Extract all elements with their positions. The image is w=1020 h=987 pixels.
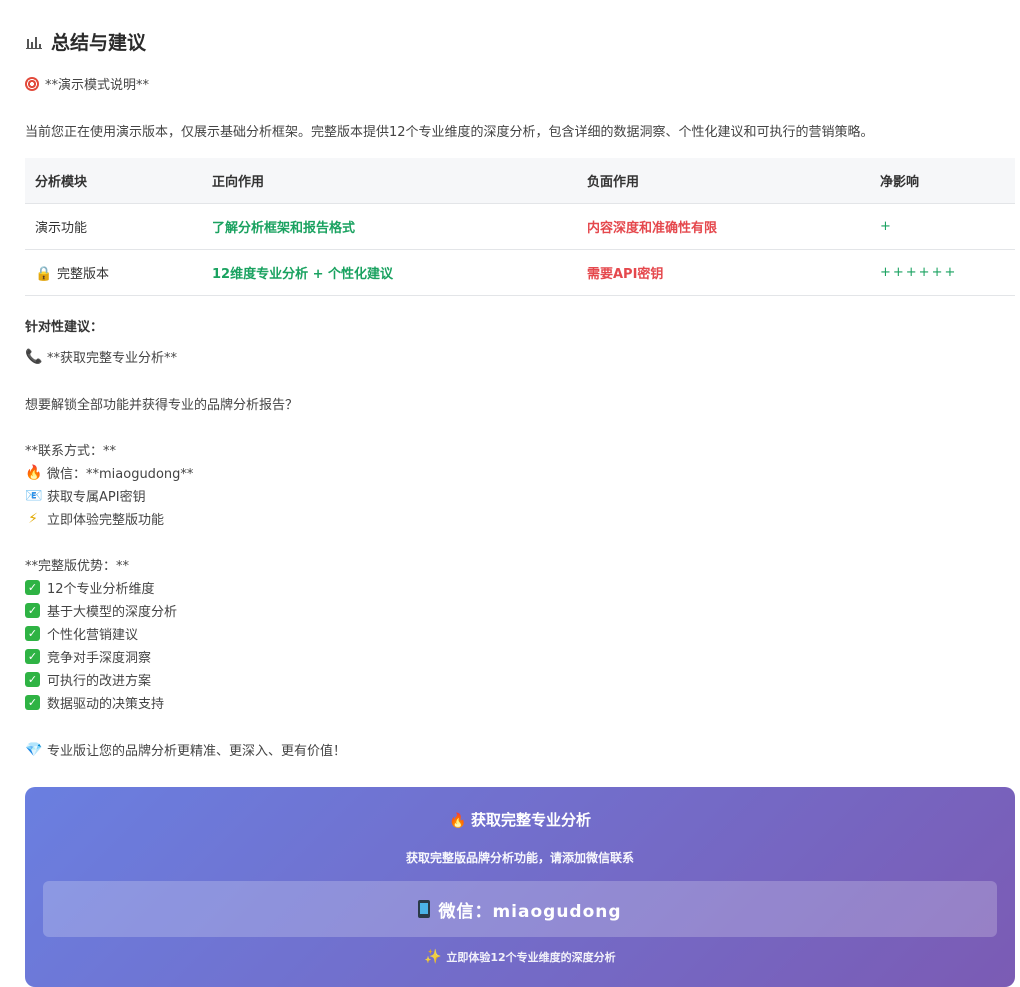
advantage-item: ✓ 个性化营销建议	[25, 624, 138, 643]
contact-wechat: 微信：**miaogudong**	[47, 467, 194, 482]
contact-try-full: 立即体验完整版功能	[47, 513, 165, 528]
cell-positive: 12维度专业分析 + 个性化建议	[202, 249, 577, 296]
section-title: 总结与建议	[51, 32, 147, 54]
column-header-positive: 正向作用	[202, 158, 577, 204]
cell-negative: 需要API密钥	[577, 249, 870, 296]
envelope-icon: 📧	[25, 487, 43, 504]
table-row: 演示功能 了解分析框架和报告格式 内容深度和准确性有限 +	[25, 203, 1015, 250]
advantages-title: **完整版优势：**	[25, 559, 130, 574]
lightning-icon: ⚡	[28, 510, 38, 527]
advantage-item: ✓ 数据驱动的决策支持	[25, 693, 164, 712]
mobile-phone-icon	[418, 900, 431, 918]
check-icon: ✓	[25, 649, 40, 664]
advantage-item: ✓ 12个专业分析维度	[25, 578, 155, 597]
diamond-icon: 💎	[25, 741, 43, 758]
column-header-negative: 负面作用	[577, 158, 870, 204]
contact-item: ⚡ 立即体验完整版功能	[25, 509, 165, 529]
cell-positive: 了解分析框架和报告格式	[202, 203, 577, 250]
banner-title-text: 获取完整专业分析	[470, 811, 591, 829]
cell-net: ++++++	[870, 249, 1015, 296]
contact-title: **联系方式：**	[25, 444, 117, 459]
unlock-question: 想要解锁全部功能并获得专业的品牌分析报告？	[25, 398, 299, 413]
analysis-table: 分析模块 正向作用 负面作用 净影响 演示功能 了解分析框架和报告格式 内容深度…	[25, 158, 1015, 296]
check-icon: ✓	[25, 603, 40, 618]
cell-net: +	[870, 203, 1015, 250]
table-row: 🔒 完整版本 12维度专业分析 + 个性化建议 需要API密钥 ++++++	[25, 249, 1015, 296]
advantage-item: ✓ 竞争对手深度洞察	[25, 647, 151, 666]
check-icon: ✓	[25, 626, 40, 641]
cell-negative: 内容深度和准确性有限	[577, 203, 870, 250]
demo-note-label: **演示模式说明**	[45, 78, 150, 93]
advantage-text: 基于大模型的深度分析	[47, 605, 178, 620]
intro-paragraph: 当前您正在使用演示版本，仅展示基础分析框架。完整版本提供12个专业维度的深度分析…	[25, 125, 874, 140]
lock-icon: 🔒	[35, 266, 53, 282]
target-icon	[25, 76, 39, 91]
contact-item: 🔥 微信：**miaogudong**	[25, 463, 194, 483]
closing-text: 专业版让您的品牌分析更精准、更深入、更有价值！	[47, 744, 347, 759]
contact-banner: 🔥 获取完整专业分析 获取完整版品牌分析功能，请添加微信联系 微信：miaogud…	[25, 787, 1015, 987]
section-heading: 总结与建议	[25, 28, 146, 55]
get-full-label: **获取完整专业分析**	[47, 351, 178, 366]
advantage-item: ✓ 可执行的改进方案	[25, 670, 151, 689]
contact-api-key: 获取专属API密钥	[47, 490, 146, 505]
sparkle-icon: ✨	[424, 949, 442, 965]
check-icon: ✓	[25, 580, 40, 595]
banner-footer: ✨ 立即体验12个专业维度的深度分析	[25, 949, 1015, 965]
bar-chart-icon	[25, 34, 43, 50]
advantage-text: 个性化营销建议	[47, 628, 139, 643]
cell-module: 演示功能	[25, 203, 202, 250]
intro-text: 当前您正在使用演示版本，仅展示基础分析框架。完整版本提供12个专业维度的深度分析…	[25, 121, 874, 140]
wechat-contact-box[interactable]: 微信：miaogudong	[43, 881, 997, 937]
summary-page: 总结与建议 **演示模式说明** 当前您正在使用演示版本，仅展示基础分析框架。完…	[0, 0, 1020, 987]
column-header-module: 分析模块	[25, 158, 202, 204]
fire-icon: 🔥	[448, 813, 467, 829]
contact-item: 📧 获取专属API密钥	[25, 486, 146, 506]
banner-footer-text: 立即体验12个专业维度的深度分析	[446, 951, 616, 964]
closing-line: 💎 专业版让您的品牌分析更精准、更深入、更有价值！	[25, 740, 347, 760]
column-header-net: 净影响	[870, 158, 1015, 204]
wechat-id: 微信：miaogudong	[438, 901, 622, 922]
phone-icon: 📞	[25, 348, 43, 365]
advantage-item: ✓ 基于大模型的深度分析	[25, 601, 177, 620]
table-header-row: 分析模块 正向作用 负面作用 净影响	[25, 158, 1015, 204]
banner-title: 🔥 获取完整专业分析	[25, 809, 1015, 830]
advantage-text: 数据驱动的决策支持	[47, 697, 165, 712]
banner-subtitle: 获取完整版品牌分析功能，请添加微信联系	[405, 851, 634, 865]
advantage-text: 竞争对手深度洞察	[47, 651, 152, 666]
get-full-line: 📞 **获取完整专业分析**	[25, 347, 178, 367]
cell-module-label: 完整版本	[57, 267, 110, 282]
check-icon: ✓	[25, 672, 40, 687]
advantage-text: 12个专业分析维度	[47, 582, 155, 597]
advice-title: 针对性建议：	[25, 320, 104, 335]
check-icon: ✓	[25, 695, 40, 710]
demo-note: **演示模式说明**	[25, 74, 149, 93]
cell-module: 🔒 完整版本	[25, 249, 202, 296]
advantage-text: 可执行的改进方案	[47, 674, 152, 689]
fire-icon: 🔥	[25, 464, 43, 481]
